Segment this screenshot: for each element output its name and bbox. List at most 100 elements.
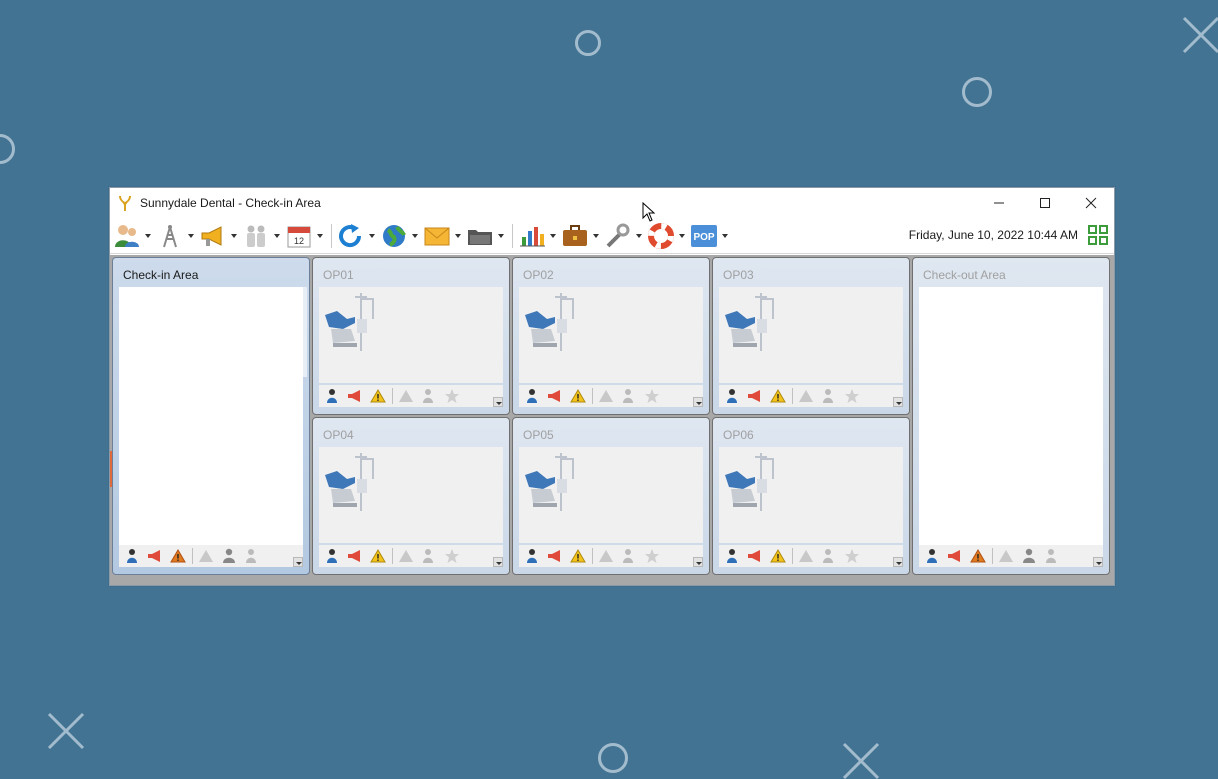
decor-cross [842, 742, 880, 779]
footer-dropdown-button[interactable] [893, 397, 903, 407]
operatory-panel-op03[interactable]: OP03 [712, 257, 910, 415]
alert-icon[interactable] [369, 548, 387, 564]
panel-footer [919, 545, 1103, 567]
panel-scrollbar[interactable] [303, 287, 307, 377]
announce-icon[interactable] [146, 548, 164, 564]
panel-footer [719, 545, 903, 567]
operatory-panel-op05[interactable]: OP05 [512, 417, 710, 575]
close-button[interactable] [1068, 188, 1114, 218]
calendar-icon: 12 [284, 222, 314, 250]
lifebuoy-icon [646, 222, 676, 250]
toolbar-pop-button[interactable]: POP [689, 221, 728, 251]
alert-icon[interactable] [169, 548, 187, 564]
refresh-icon [336, 222, 366, 250]
patient-icon[interactable] [923, 548, 941, 564]
announce-icon[interactable] [346, 388, 364, 404]
toolbar-patients-button[interactable] [112, 221, 151, 251]
toolbar-antenna-button[interactable] [155, 221, 194, 251]
decor-cross [1182, 16, 1218, 54]
patient-icon[interactable] [523, 388, 541, 404]
chart-icon [517, 222, 547, 250]
alert-icon[interactable] [569, 388, 587, 404]
footer-dropdown-button[interactable] [693, 557, 703, 567]
patient-icon[interactable] [123, 548, 141, 564]
decor-cross [47, 712, 85, 750]
operatory-board: Check-in Area OP01 OP02 OP03 OP04 OP05 O… [110, 255, 1114, 585]
toolbar-refresh-button[interactable] [336, 221, 375, 251]
operatory-body[interactable] [719, 287, 903, 383]
announce-icon[interactable] [346, 548, 364, 564]
patient-icon[interactable] [723, 388, 741, 404]
operatory-panel-op04[interactable]: OP04 [312, 417, 510, 575]
announce-icon[interactable] [546, 388, 564, 404]
patient-icon[interactable] [323, 548, 341, 564]
alert-icon[interactable] [769, 388, 787, 404]
alert-icon[interactable] [769, 548, 787, 564]
operatory-body[interactable] [319, 447, 503, 543]
operatory-panel-op06[interactable]: OP06 [712, 417, 910, 575]
title-bar[interactable]: Sunnydale Dental - Check-in Area [110, 188, 1114, 222]
panel-title: Check-out Area [923, 268, 1006, 282]
panel-footer [319, 545, 503, 567]
minimize-button[interactable] [976, 188, 1022, 218]
checkout-area-panel[interactable]: Check-out Area [912, 257, 1110, 575]
toolbar-calendar-button[interactable]: 12 [284, 221, 323, 251]
warning-disabled-icon [997, 548, 1015, 564]
checkin-list[interactable] [119, 287, 303, 545]
dental-chair-icon [525, 453, 574, 511]
alert-icon[interactable] [569, 548, 587, 564]
announce-icon[interactable] [746, 548, 764, 564]
announce-icon[interactable] [546, 548, 564, 564]
panel-title: OP01 [323, 268, 354, 282]
person-transfer-icon [820, 548, 838, 564]
expand-view-icon[interactable] [1088, 225, 1108, 245]
toolbar-tools-button[interactable] [603, 221, 642, 251]
globe-icon [379, 222, 409, 250]
warning-disabled-icon [397, 388, 415, 404]
footer-dropdown-button[interactable] [693, 397, 703, 407]
patient-icon[interactable] [523, 548, 541, 564]
toolbar-megaphone-button[interactable] [198, 221, 237, 251]
alert-icon[interactable] [969, 548, 987, 564]
checkin-area-panel[interactable]: Check-in Area [112, 257, 310, 575]
decor-circle [598, 743, 628, 773]
patient-icon[interactable] [323, 388, 341, 404]
toolbar-globe-button[interactable] [379, 221, 418, 251]
operatory-panel-op01[interactable]: OP01 [312, 257, 510, 415]
toolbar-folder-button[interactable] [465, 221, 504, 251]
footer-dropdown-button[interactable] [293, 557, 303, 567]
antenna-icon [155, 222, 185, 250]
window-title: Sunnydale Dental - Check-in Area [140, 196, 321, 210]
operatory-body[interactable] [719, 447, 903, 543]
toolbar-mail-button[interactable] [422, 221, 461, 251]
toolbar-separator [331, 223, 332, 248]
panel-footer [519, 385, 703, 407]
app-window: Sunnydale Dental - Check-in Area 12 POP … [109, 187, 1115, 586]
maximize-icon [1040, 198, 1050, 208]
staff-icon [241, 222, 271, 250]
toolbar-briefcase-button[interactable] [560, 221, 599, 251]
operatory-panel-op02[interactable]: OP02 [512, 257, 710, 415]
footer-dropdown-button[interactable] [493, 397, 503, 407]
announce-icon[interactable] [946, 548, 964, 564]
person-icon[interactable] [220, 548, 238, 564]
panel-title: Check-in Area [123, 268, 199, 282]
operatory-body[interactable] [519, 447, 703, 543]
toolbar-staff-button[interactable] [241, 221, 280, 251]
footer-dropdown-button[interactable] [493, 557, 503, 567]
operatory-body[interactable] [319, 287, 503, 383]
decor-circle [0, 134, 15, 164]
operatory-body[interactable] [519, 287, 703, 383]
person-icon[interactable] [1020, 548, 1038, 564]
announce-icon[interactable] [746, 388, 764, 404]
footer-dropdown-button[interactable] [1093, 557, 1103, 567]
wrench-icon [603, 222, 633, 250]
patient-icon[interactable] [723, 548, 741, 564]
maximize-button[interactable] [1022, 188, 1068, 218]
toolbar-help-button[interactable] [646, 221, 685, 251]
checkout-list[interactable] [919, 287, 1103, 545]
footer-dropdown-button[interactable] [893, 557, 903, 567]
alert-icon[interactable] [369, 388, 387, 404]
person-transfer-icon [243, 548, 261, 564]
toolbar-reports-button[interactable] [517, 221, 556, 251]
